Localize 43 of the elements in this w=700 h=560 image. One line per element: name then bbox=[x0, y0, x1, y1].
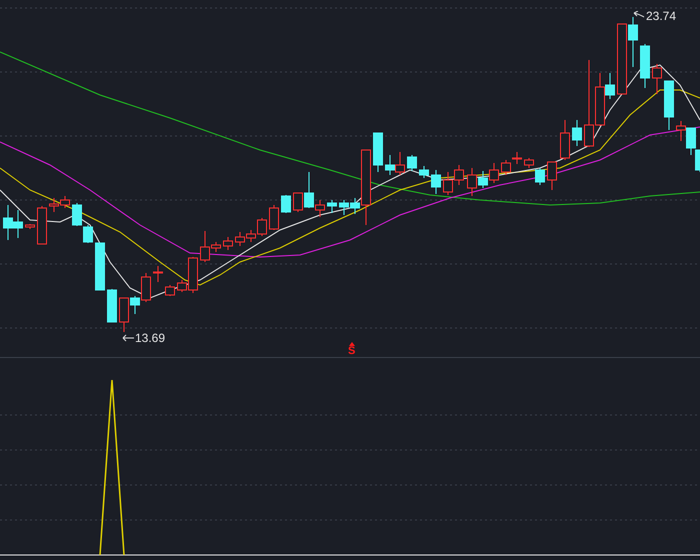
candlestick bbox=[235, 232, 245, 246]
candlestick bbox=[676, 120, 686, 142]
candlestick bbox=[95, 242, 105, 290]
high-price-label: 23.74 bbox=[646, 9, 676, 23]
candlestick bbox=[547, 162, 557, 190]
candlestick bbox=[107, 288, 117, 322]
candlestick bbox=[25, 224, 35, 230]
candlestick bbox=[339, 200, 349, 216]
arrow-icon bbox=[122, 334, 134, 342]
candlestick bbox=[153, 266, 163, 282]
up-arrow-icon bbox=[348, 342, 355, 346]
candlestick bbox=[617, 24, 627, 94]
candlestick bbox=[512, 152, 522, 164]
candlestick bbox=[269, 204, 279, 230]
candlestick bbox=[652, 64, 662, 94]
candlestick bbox=[37, 206, 47, 244]
candlestick bbox=[560, 120, 570, 160]
candlestick bbox=[327, 200, 337, 214]
low-price-label: 13.69 bbox=[135, 331, 166, 345]
candlestick bbox=[60, 196, 70, 208]
candlestick bbox=[165, 284, 175, 296]
candlestick bbox=[3, 204, 13, 240]
candlestick bbox=[395, 152, 405, 176]
candlestick bbox=[431, 170, 441, 194]
candlestick bbox=[501, 160, 511, 176]
candlestick bbox=[281, 194, 291, 214]
candlestick bbox=[443, 172, 453, 196]
candlestick bbox=[419, 166, 429, 178]
candlestick bbox=[13, 210, 23, 238]
candlestick bbox=[572, 120, 582, 146]
candlestick bbox=[454, 164, 464, 186]
candlestick bbox=[640, 44, 650, 88]
candlestick bbox=[223, 236, 233, 250]
candlestick bbox=[49, 198, 59, 212]
candlestick bbox=[664, 80, 674, 130]
signal-marker: S bbox=[348, 346, 356, 356]
candlestick bbox=[373, 132, 383, 172]
candlestick bbox=[385, 154, 395, 176]
candlestick bbox=[489, 162, 499, 184]
candlestick bbox=[628, 16, 638, 68]
candlestick bbox=[407, 154, 417, 172]
candlestick bbox=[83, 224, 93, 244]
candlestick bbox=[72, 202, 82, 226]
